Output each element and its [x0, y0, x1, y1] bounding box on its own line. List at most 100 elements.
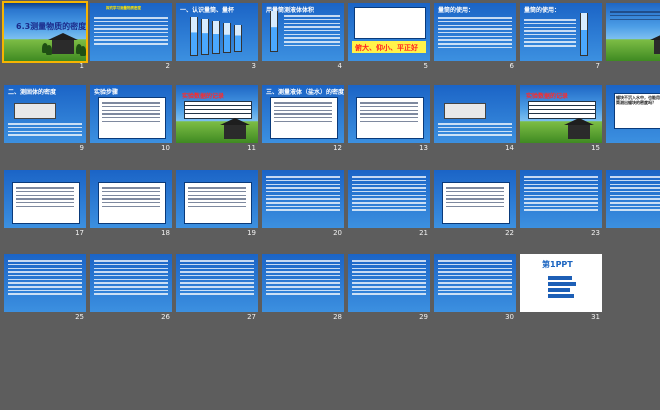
slide-cell-16: 蜡块不沉入水中，也能用天平和量筒测出蜡块的密度吗？16 — [606, 85, 660, 152]
slide-cell-1: 6.3测量物质的密度 1 — [2, 1, 88, 70]
slide-thumbnail-11[interactable]: 实验数据的记录 — [176, 85, 258, 143]
slide-title: 量筒的使用： — [524, 7, 561, 14]
text-lines — [352, 258, 426, 297]
slide-thumbnail-21[interactable] — [348, 170, 430, 228]
slide-cell-26: 26 — [90, 254, 172, 321]
slide-title: 一、认识量筒、量杯 — [180, 7, 235, 14]
slide-number: 22 — [505, 229, 514, 237]
slide-thumbnail-2[interactable]: 探究学习测量物质密度 — [90, 3, 172, 61]
slide-title: 实验步骤 — [94, 89, 119, 96]
slide-thumbnail-8[interactable] — [606, 3, 660, 61]
slide-thumbnail-6[interactable]: 量筒的使用： — [434, 3, 516, 61]
slide-thumbnail-18[interactable] — [90, 170, 172, 228]
slide-number: 12 — [333, 144, 342, 152]
barn-image — [650, 33, 660, 54]
slide-cell-22: 22 — [434, 170, 516, 237]
slide-thumbnail-19[interactable] — [176, 170, 258, 228]
slide-cell-2: 探究学习测量物质密度 2 — [90, 3, 172, 70]
slide-cell-12: 三、测量液体（盐水）的密度 12 — [262, 85, 344, 152]
measuring-cylinder-image — [270, 11, 278, 52]
slide-thumbnail-16[interactable]: 蜡块不沉入水中，也能用天平和量筒测出蜡块的密度吗？ — [606, 85, 660, 143]
tree-image — [80, 46, 86, 56]
slide-thumbnail-25[interactable] — [4, 254, 86, 312]
slide-thumbnail-1[interactable]: 6.3测量物质的密度 — [2, 1, 88, 63]
slide-thumbnail-9[interactable]: 二、测固体的密度 — [4, 85, 86, 143]
text-lines — [524, 174, 598, 213]
question-text: 蜡块不沉入水中，也能用天平和量筒测出蜡块的密度吗？ — [616, 95, 660, 105]
slide-thumbnail-17[interactable] — [4, 170, 86, 228]
slide-number: 25 — [75, 313, 84, 321]
measuring-cylinder-image — [212, 21, 220, 54]
slide-thumbnail-12[interactable]: 三、测量液体（盐水）的密度 — [262, 85, 344, 143]
slide-cell-19: 19 — [176, 170, 258, 237]
logo-bar — [548, 276, 572, 280]
slide-thumbnail-4[interactable]: 用量筒测液体体积 — [262, 3, 344, 61]
data-table — [528, 101, 596, 119]
slide-cell-6: 量筒的使用： 6 — [434, 3, 516, 70]
text-lines — [274, 100, 332, 124]
barn-image — [220, 118, 250, 139]
ppt-logo: 第1PPT — [542, 260, 573, 269]
slide-thumbnail-26[interactable] — [90, 254, 172, 312]
measuring-cylinder-image — [580, 13, 588, 56]
slide-number: 1 — [79, 62, 84, 70]
slide-number: 7 — [595, 62, 600, 70]
slide-cell-14: 14 — [434, 85, 516, 152]
slide-thumbnail-20[interactable] — [262, 170, 344, 228]
slide-thumbnail-30[interactable] — [434, 254, 516, 312]
slide-cell-10: 实验步骤 10 — [90, 85, 172, 152]
slide-number: 26 — [161, 313, 170, 321]
slide-number: 6 — [509, 62, 514, 70]
text-lines — [610, 9, 660, 22]
text-lines — [360, 100, 418, 124]
slide-cell-21: 21 — [348, 170, 430, 237]
logo-bar — [548, 288, 570, 292]
slide-title: 6.3测量物质的密度 — [16, 22, 86, 31]
slide-cell-31: 第1PPT 31 — [520, 254, 602, 321]
text-lines — [266, 174, 340, 213]
slide-number: 30 — [505, 313, 514, 321]
slide-number: 4 — [337, 62, 342, 70]
slide-cell-8: 8 — [606, 3, 660, 70]
slide-thumbnail-13[interactable] — [348, 85, 430, 143]
slide-thumbnail-7[interactable]: 量筒的使用： — [520, 3, 602, 61]
slide-number: 21 — [419, 229, 428, 237]
slide-cell-5: 俯大、仰小、平正好 5 — [348, 3, 430, 70]
slide-thumbnail-22[interactable] — [434, 170, 516, 228]
text-lines — [188, 185, 246, 209]
slide-thumbnail-15[interactable]: 实验数据的记录 — [520, 85, 602, 143]
slide-thumbnail-28[interactable] — [262, 254, 344, 312]
slide-thumbnail-14[interactable] — [434, 85, 516, 143]
slide-thumbnail-29[interactable] — [348, 254, 430, 312]
slide-number: 29 — [419, 313, 428, 321]
text-lines — [16, 185, 74, 209]
text-lines — [446, 185, 504, 209]
measuring-cylinder-image — [223, 23, 231, 53]
text-lines — [94, 15, 168, 47]
slide-thumbnail-23[interactable] — [520, 170, 602, 228]
slide-number: 19 — [247, 229, 256, 237]
slide-number: 10 — [161, 144, 170, 152]
logo-bar — [548, 282, 576, 286]
slide-thumbnail-31[interactable]: 第1PPT — [520, 254, 602, 312]
slide-thumbnail-24[interactable] — [606, 170, 660, 228]
slide-number: 13 — [419, 144, 428, 152]
slide-cell-28: 28 — [262, 254, 344, 321]
slide-number: 18 — [161, 229, 170, 237]
text-lines — [8, 121, 82, 138]
slide-cell-24: 24 — [606, 170, 660, 237]
text-lines — [438, 258, 512, 297]
text-lines — [438, 121, 512, 138]
slide-thumbnail-27[interactable] — [176, 254, 258, 312]
slide-thumbnail-10[interactable]: 实验步骤 — [90, 85, 172, 143]
text-lines — [438, 15, 512, 50]
text-lines — [284, 13, 340, 48]
slide-caption: 俯大、仰小、平正好 — [355, 44, 418, 52]
measuring-cylinder-image — [201, 19, 209, 55]
slide-cell-17: 17 — [4, 170, 86, 237]
text-lines — [524, 17, 576, 49]
slide-thumbnail-3[interactable]: 一、认识量筒、量杯 — [176, 3, 258, 61]
barn-image — [48, 33, 78, 54]
slide-thumbnail-5[interactable]: 俯大、仰小、平正好 — [348, 3, 430, 61]
slide-title: 三、测量液体（盐水）的密度 — [266, 89, 344, 96]
